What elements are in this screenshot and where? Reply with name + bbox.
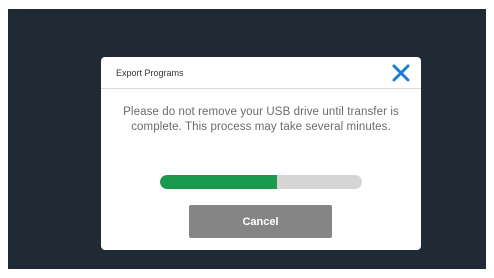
progress-fill xyxy=(160,175,278,189)
cancel-button[interactable]: Cancel xyxy=(189,205,332,238)
close-icon[interactable] xyxy=(389,61,413,85)
screen-backdrop: Export Programs Please do not remove you… xyxy=(8,9,486,269)
progress-bar xyxy=(160,175,362,189)
close-x-icon xyxy=(392,64,410,82)
transfer-message: Please do not remove your USB drive unti… xyxy=(123,106,399,133)
export-dialog: Export Programs Please do not remove you… xyxy=(101,57,421,250)
dialog-title: Export Programs xyxy=(116,68,184,78)
dialog-header: Export Programs xyxy=(101,57,421,89)
